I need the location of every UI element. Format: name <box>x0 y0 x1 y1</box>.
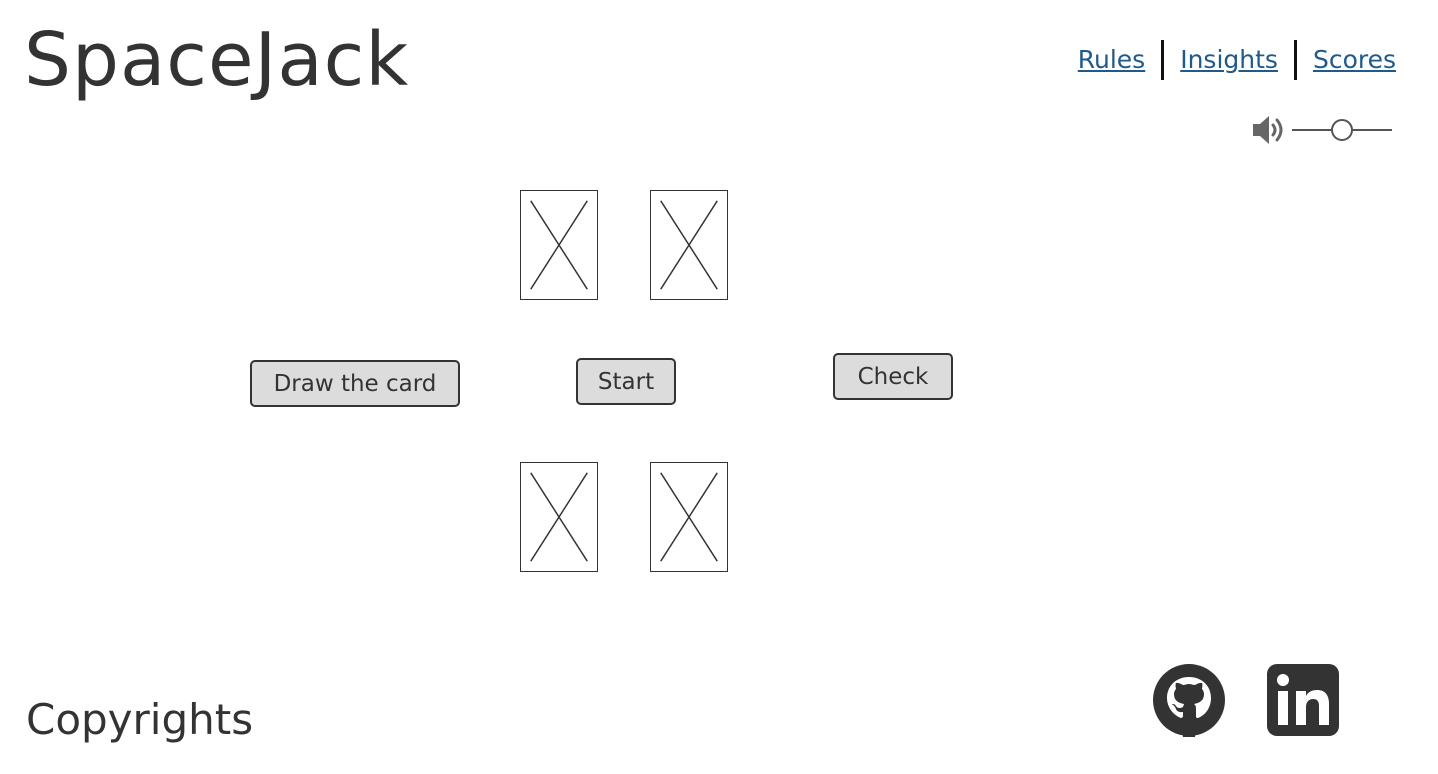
player-card-2 <box>650 462 728 572</box>
top-nav: Rules Insights Scores <box>1078 40 1396 80</box>
nav-link-rules[interactable]: Rules <box>1078 40 1145 80</box>
draw-card-button[interactable]: Draw the card <box>250 360 460 407</box>
volume-slider[interactable] <box>1292 112 1396 148</box>
start-button[interactable]: Start <box>576 358 676 405</box>
nav-separator <box>1161 40 1165 80</box>
card-placeholder-icon <box>530 472 588 562</box>
linkedin-icon[interactable] <box>1266 663 1340 737</box>
volume-slider-knob <box>1331 119 1353 141</box>
github-icon[interactable] <box>1152 663 1226 737</box>
card-placeholder-icon <box>660 200 718 290</box>
speaker-icon[interactable] <box>1250 112 1288 148</box>
nav-separator <box>1293 40 1297 80</box>
card-placeholder-icon <box>660 472 718 562</box>
nav-link-scores[interactable]: Scores <box>1313 40 1396 80</box>
dealer-card-1 <box>520 190 598 300</box>
app-title: SpaceJack <box>24 17 410 103</box>
dealer-card-2 <box>650 190 728 300</box>
copyright-text: Copyrights <box>26 695 254 744</box>
volume-control <box>1250 112 1396 148</box>
card-placeholder-icon <box>530 200 588 290</box>
player-card-1 <box>520 462 598 572</box>
check-button[interactable]: Check <box>833 353 953 400</box>
nav-link-insights[interactable]: Insights <box>1180 40 1278 80</box>
